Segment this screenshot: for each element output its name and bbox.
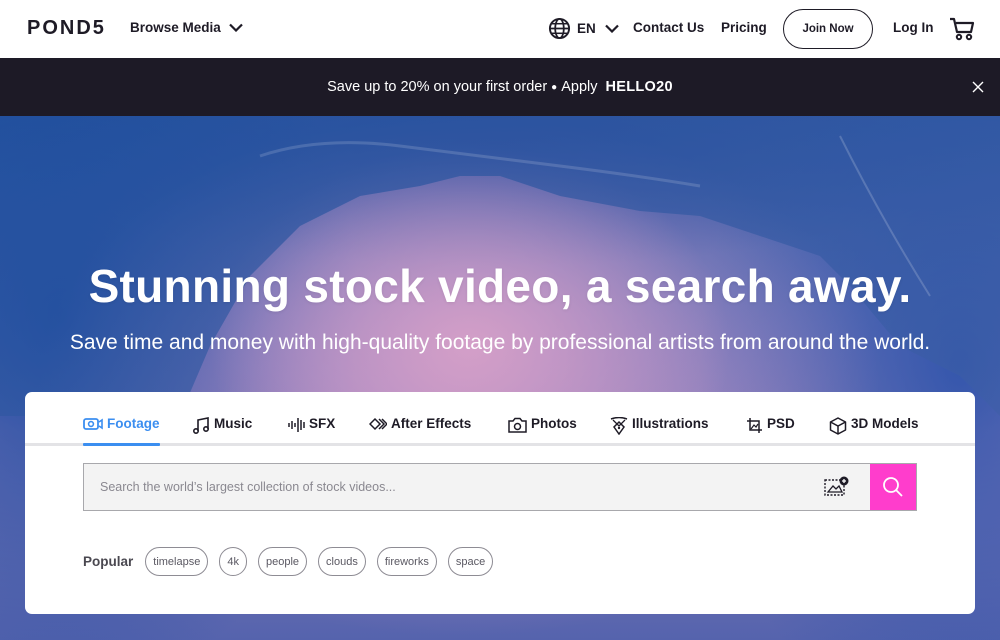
- popular-tag-chip[interactable]: clouds: [318, 547, 366, 576]
- hero-title: Stunning stock video, a search away.: [88, 260, 912, 312]
- popular-tag-chip[interactable]: fireworks: [376, 547, 437, 576]
- after-effects-icon: [369, 417, 387, 431]
- camera-icon: [508, 417, 527, 433]
- image-search-button[interactable]: [824, 476, 850, 501]
- pen-nib-icon: [610, 417, 628, 435]
- join-now-button[interactable]: Join Now: [783, 9, 873, 49]
- search-card: Footage Music SFX After Effects Photos I…: [25, 392, 975, 614]
- tab-label: Music: [214, 416, 253, 431]
- search-button[interactable]: [870, 463, 917, 511]
- sound-wave-icon: [288, 418, 305, 432]
- promo-apply-label: Apply: [561, 79, 598, 95]
- cart-icon: [950, 17, 975, 41]
- promo-text: Save up to 20% on your first order: [327, 79, 548, 95]
- popular-searches: Popular timelapse 4k people clouds firew…: [83, 547, 504, 576]
- tab-music[interactable]: Music: [193, 416, 252, 446]
- site-header: POND5 Browse Media EN Contact Us Pricing…: [0, 0, 1000, 58]
- popular-tag-chip[interactable]: people: [257, 547, 308, 576]
- video-camera-icon: [83, 418, 103, 430]
- chevron-down-icon: [604, 24, 619, 33]
- search-bar: [83, 463, 917, 511]
- search-input[interactable]: [83, 463, 870, 511]
- tab-psd[interactable]: PSD: [746, 416, 795, 446]
- promo-code: HELLO20: [605, 79, 673, 95]
- popular-tag-chip[interactable]: space: [447, 547, 494, 576]
- music-note-icon: [193, 417, 210, 434]
- language-code: EN: [577, 21, 596, 36]
- image-search-icon: [824, 476, 849, 496]
- tab-sfx[interactable]: SFX: [288, 416, 335, 446]
- globe-icon: [548, 17, 571, 40]
- language-selector[interactable]: EN: [548, 17, 619, 40]
- tab-label: PSD: [767, 416, 795, 431]
- promo-banner: Save up to 20% on your first order ● App…: [0, 58, 1000, 116]
- popular-tag-chip[interactable]: 4k: [219, 547, 247, 576]
- popular-label: Popular: [83, 554, 134, 569]
- tab-label: Footage: [107, 416, 160, 431]
- tab-label: After Effects: [391, 416, 472, 431]
- browse-media-label: Browse Media: [130, 20, 221, 35]
- pricing-link[interactable]: Pricing: [721, 20, 767, 35]
- close-icon[interactable]: [971, 80, 985, 94]
- crop-image-icon: [747, 418, 762, 433]
- tab-label: Illustrations: [632, 416, 709, 431]
- promo-separator: ●: [551, 81, 558, 93]
- contact-us-link[interactable]: Contact Us: [633, 20, 704, 35]
- tab-photos[interactable]: Photos: [508, 416, 577, 446]
- tab-footage[interactable]: Footage: [83, 416, 160, 446]
- chevron-down-icon: [229, 23, 243, 32]
- cube-icon: [829, 417, 847, 435]
- browse-media-menu[interactable]: Browse Media: [130, 20, 243, 35]
- media-type-tabs: Footage Music SFX After Effects Photos I…: [25, 392, 975, 446]
- pond5-logo[interactable]: POND5: [27, 17, 106, 40]
- log-in-link[interactable]: Log In: [893, 20, 934, 35]
- tab-illustrations[interactable]: Illustrations: [610, 416, 709, 446]
- tab-label: 3D Models: [851, 416, 919, 431]
- tab-after-effects[interactable]: After Effects: [369, 416, 471, 446]
- tab-3d-models[interactable]: 3D Models: [829, 416, 919, 446]
- hero-subtitle: Save time and money with high-quality fo…: [69, 331, 931, 354]
- popular-tag-chip[interactable]: timelapse: [145, 547, 209, 576]
- search-icon: [883, 477, 903, 497]
- cart-button[interactable]: [949, 17, 975, 46]
- tab-label: SFX: [309, 416, 336, 431]
- tab-label: Photos: [531, 416, 577, 431]
